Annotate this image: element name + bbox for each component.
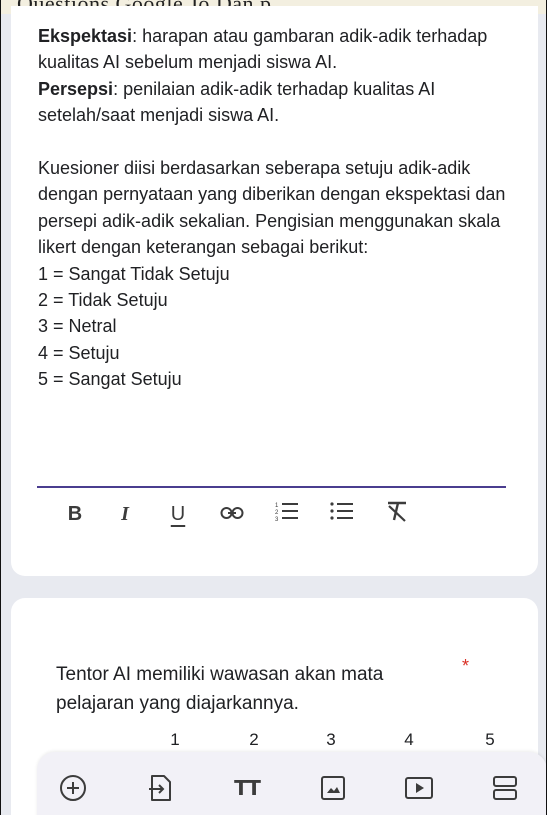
add-section-icon bbox=[491, 774, 519, 802]
bulleted-list-icon bbox=[330, 500, 354, 528]
import-questions-icon bbox=[148, 773, 174, 803]
required-asterisk: * bbox=[462, 656, 470, 676]
active-field-underline bbox=[37, 486, 506, 488]
format-toolbar: B I U 123 bbox=[61, 497, 481, 531]
add-question-icon bbox=[58, 773, 88, 803]
add-title-button[interactable]: TT bbox=[229, 770, 265, 806]
ekspektasi-definition: Ekspektasi: harapan atau gambaran adik-a… bbox=[38, 23, 508, 76]
add-video-icon bbox=[404, 775, 434, 801]
scale-item: 2 = Tidak Setuju bbox=[38, 290, 168, 311]
italic-button[interactable]: I bbox=[111, 497, 139, 531]
bottom-toolbar: TT bbox=[37, 752, 546, 815]
scale-item: 4 = Setuju bbox=[38, 342, 120, 363]
add-section-button[interactable] bbox=[487, 770, 523, 806]
persepsi-definition: Persepsi: penilaian adik-adik terhadap k… bbox=[38, 76, 508, 129]
underline-button[interactable]: U bbox=[164, 497, 192, 531]
add-title-icon: TT bbox=[234, 776, 261, 800]
scale-label: 1 bbox=[170, 730, 180, 749]
link-button[interactable] bbox=[217, 497, 247, 531]
add-image-button[interactable] bbox=[315, 770, 351, 806]
link-icon bbox=[220, 503, 244, 526]
numbered-list-icon: 123 bbox=[275, 500, 299, 528]
question-title[interactable]: Tentor AI memiliki wawasan akan mata pel… bbox=[56, 660, 416, 718]
scale-item: 5 = Sangat Setuju bbox=[38, 369, 182, 390]
persepsi-term: Persepsi bbox=[38, 78, 114, 99]
clear-formatting-icon bbox=[386, 500, 410, 528]
clear-formatting-button[interactable] bbox=[383, 497, 413, 531]
scale-label: 2 bbox=[249, 730, 259, 749]
svg-text:1: 1 bbox=[275, 503, 279, 509]
instructions-paragraph: Kuesioner diisi berdasarkan seberapa set… bbox=[38, 158, 506, 258]
add-video-button[interactable] bbox=[401, 770, 437, 806]
numbered-list-button[interactable]: 123 bbox=[272, 497, 302, 531]
add-image-icon bbox=[319, 774, 347, 802]
scale-item: 3 = Netral bbox=[38, 316, 117, 337]
form-description[interactable]: Ekspektasi: harapan atau gambaran adik-a… bbox=[38, 23, 508, 393]
screen: Questions Google Jo Dan p Ekspektasi: ha… bbox=[0, 0, 547, 815]
import-questions-button[interactable] bbox=[143, 770, 179, 806]
scale-item: 1 = Sangat Tidak Setuju bbox=[38, 263, 230, 284]
scale-label: 4 bbox=[404, 730, 414, 749]
svg-text:3: 3 bbox=[275, 517, 279, 522]
scale-label: 5 bbox=[485, 730, 495, 749]
bulleted-list-button[interactable] bbox=[327, 497, 357, 531]
bold-button[interactable]: B bbox=[61, 497, 89, 531]
ekspektasi-term: Ekspektasi bbox=[38, 26, 133, 46]
add-question-button[interactable] bbox=[55, 770, 91, 806]
scale-label: 3 bbox=[326, 730, 336, 749]
svg-text:2: 2 bbox=[275, 510, 279, 516]
